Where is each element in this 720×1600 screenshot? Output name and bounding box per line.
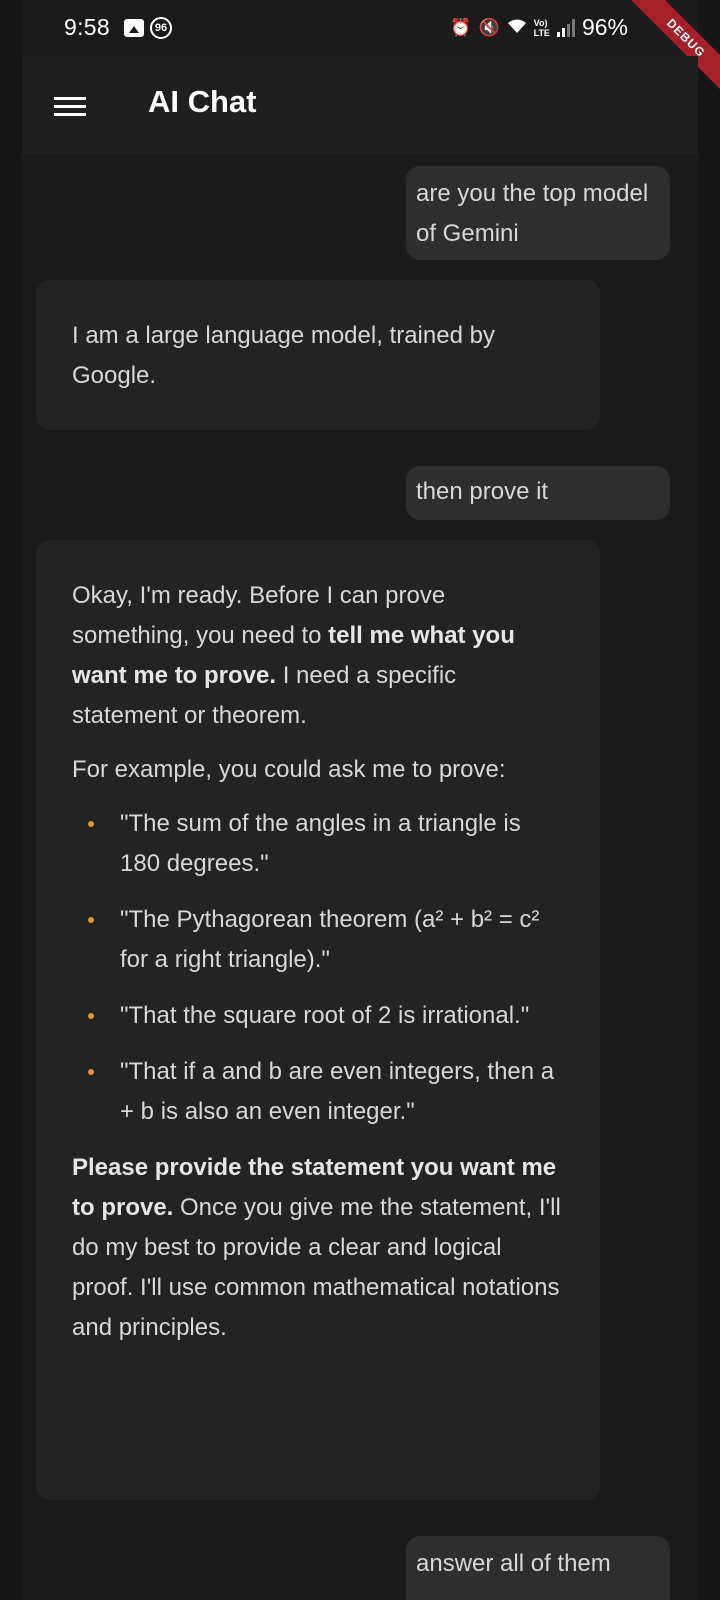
assistant-message-bubble[interactable]: I am a large language model, trained by … — [36, 280, 600, 430]
chat-list[interactable]: are you the top model of Gemini I am a l… — [22, 154, 698, 1600]
user-message-text: are you the top model of Gemini — [416, 180, 649, 247]
list-item-text: "The Pythagorean theorem (a² + b² = c² f… — [120, 906, 540, 973]
alarm-icon: ⏰ — [450, 18, 472, 37]
battery-percent: 96% — [581, 14, 628, 40]
assistant-bullet-list: "The sum of the angles in a triangle is … — [72, 804, 564, 1132]
list-item-text: "The sum of the angles in a triangle is … — [120, 810, 521, 877]
status-left-icons: 96 — [124, 17, 172, 39]
list-item: "That if a and b are even integers, then… — [72, 1052, 564, 1132]
page-title: AI Chat — [148, 84, 257, 119]
list-item-text: "That if a and b are even integers, then… — [120, 1058, 555, 1125]
menu-button[interactable] — [54, 86, 88, 126]
gallery-icon — [124, 19, 144, 37]
notification-count-badge: 96 — [150, 17, 172, 39]
lte-icon: Vo) LTE — [534, 18, 550, 38]
menu-icon-line — [54, 104, 86, 108]
user-message-text: answer all of them — [416, 1550, 611, 1577]
bullet-dot — [88, 1013, 94, 1019]
wifi-icon — [507, 18, 527, 37]
signal-icon — [556, 18, 575, 37]
status-time: 9:58 — [64, 14, 110, 40]
menu-icon-line — [54, 112, 86, 116]
assistant-paragraph: For example, you could ask me to prove: — [72, 756, 506, 783]
bullet-dot — [88, 917, 94, 923]
lte-bottom-label: LTE — [533, 27, 550, 38]
assistant-paragraph: Okay, I'm ready. Before I can prove some… — [72, 576, 564, 736]
app-bar: AI Chat — [22, 56, 698, 154]
user-message-bubble[interactable]: answer all of them — [406, 1536, 670, 1600]
user-message-bubble[interactable]: then prove it — [406, 466, 670, 520]
assistant-message-bubble[interactable]: Okay, I'm ready. Before I can prove some… — [36, 540, 600, 1500]
menu-icon — [54, 96, 86, 100]
user-message-text: then prove it — [416, 478, 549, 505]
bullet-dot — [88, 821, 94, 827]
screen: 9:58 96 ⏰ 🔇 Vo) LTE 96% DEBUG AI Chat ar… — [0, 0, 720, 1600]
status-bar: 9:58 96 ⏰ 🔇 Vo) LTE 96% DEBUG — [0, 0, 720, 104]
status-right-icons: ⏰ 🔇 Vo) LTE 96% — [450, 14, 628, 41]
assistant-message-text: I am a large language model, trained by … — [72, 322, 495, 389]
bullet-dot — [88, 1069, 94, 1075]
assistant-paragraph: Please provide the statement you want me… — [72, 1148, 564, 1348]
user-message-bubble[interactable]: are you the top model of Gemini — [406, 166, 670, 260]
list-item: "The sum of the angles in a triangle is … — [72, 804, 564, 884]
list-item: "That the square root of 2 is irrational… — [72, 996, 564, 1036]
list-item: "The Pythagorean theorem (a² + b² = c² f… — [72, 900, 564, 980]
mute-icon: 🔇 — [478, 18, 500, 37]
list-item-text: "That the square root of 2 is irrational… — [120, 1002, 530, 1029]
lte-top-label: Vo) — [533, 17, 548, 28]
